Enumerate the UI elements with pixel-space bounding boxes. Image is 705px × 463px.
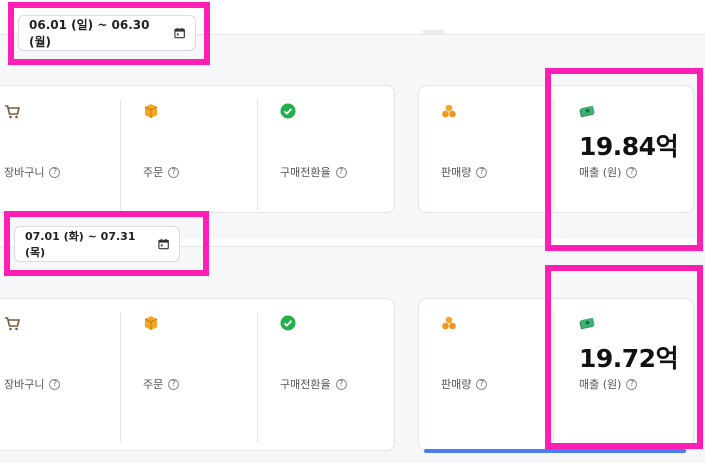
metric-divider bbox=[257, 312, 258, 442]
check-circle-icon bbox=[280, 103, 296, 119]
cart-icon bbox=[5, 317, 20, 331]
coins-icon bbox=[442, 316, 456, 330]
metric-label-text: 장바구니 bbox=[4, 166, 45, 179]
metric-label-text: 장바구니 bbox=[4, 378, 45, 391]
box-icon bbox=[144, 104, 158, 118]
box-icon bbox=[144, 316, 158, 330]
metric-cart: 장바구니 ? bbox=[4, 164, 61, 180]
metric-conversion-rate: 구매전환율 ? bbox=[280, 376, 347, 392]
metric-sales-volume: 판매량 ? bbox=[441, 164, 488, 180]
metric-divider bbox=[120, 312, 121, 442]
metric-label-text: 주문 bbox=[143, 378, 164, 391]
metric-orders: 주문 ? bbox=[143, 376, 180, 392]
metric-sales-volume: 판매량 ? bbox=[441, 376, 488, 392]
help-icon[interactable]: ? bbox=[49, 166, 61, 178]
metric-conversion-rate: 구매전환율 ? bbox=[280, 164, 347, 180]
highlight-box-revenue-2 bbox=[545, 265, 703, 449]
metric-label-text: 구매전환율 bbox=[280, 378, 331, 391]
metric-divider bbox=[120, 100, 121, 210]
metric-label-text: 주문 bbox=[143, 166, 164, 179]
help-icon[interactable]: ? bbox=[335, 378, 347, 390]
metrics-card-period-1 bbox=[0, 85, 395, 213]
highlight-box-date-2 bbox=[4, 211, 209, 276]
cart-icon bbox=[5, 105, 20, 119]
highlight-box-revenue-1 bbox=[545, 68, 703, 251]
help-icon[interactable]: ? bbox=[49, 378, 61, 390]
help-icon[interactable]: ? bbox=[476, 166, 488, 178]
coins-icon bbox=[442, 104, 456, 118]
check-circle-icon bbox=[280, 315, 296, 331]
metrics-card-period-2 bbox=[0, 298, 395, 451]
help-icon[interactable]: ? bbox=[335, 166, 347, 178]
help-icon[interactable]: ? bbox=[168, 166, 180, 178]
highlight-box-date-1 bbox=[8, 2, 210, 65]
metric-divider bbox=[257, 100, 258, 210]
metric-orders: 주문 ? bbox=[143, 164, 180, 180]
stats-comparison-screen: 사 무 사 무 06.01 (일) ~ 06.30 (월) 장바구니 ? 주문 … bbox=[0, 0, 705, 463]
help-icon[interactable]: ? bbox=[168, 378, 180, 390]
active-card-indicator bbox=[424, 449, 686, 453]
metric-cart: 장바구니 ? bbox=[4, 376, 61, 392]
metric-label-text: 구매전환율 bbox=[280, 166, 331, 179]
help-icon[interactable]: ? bbox=[476, 378, 488, 390]
metric-label-text: 판매량 bbox=[441, 166, 472, 179]
metric-label-text: 판매량 bbox=[441, 378, 472, 391]
